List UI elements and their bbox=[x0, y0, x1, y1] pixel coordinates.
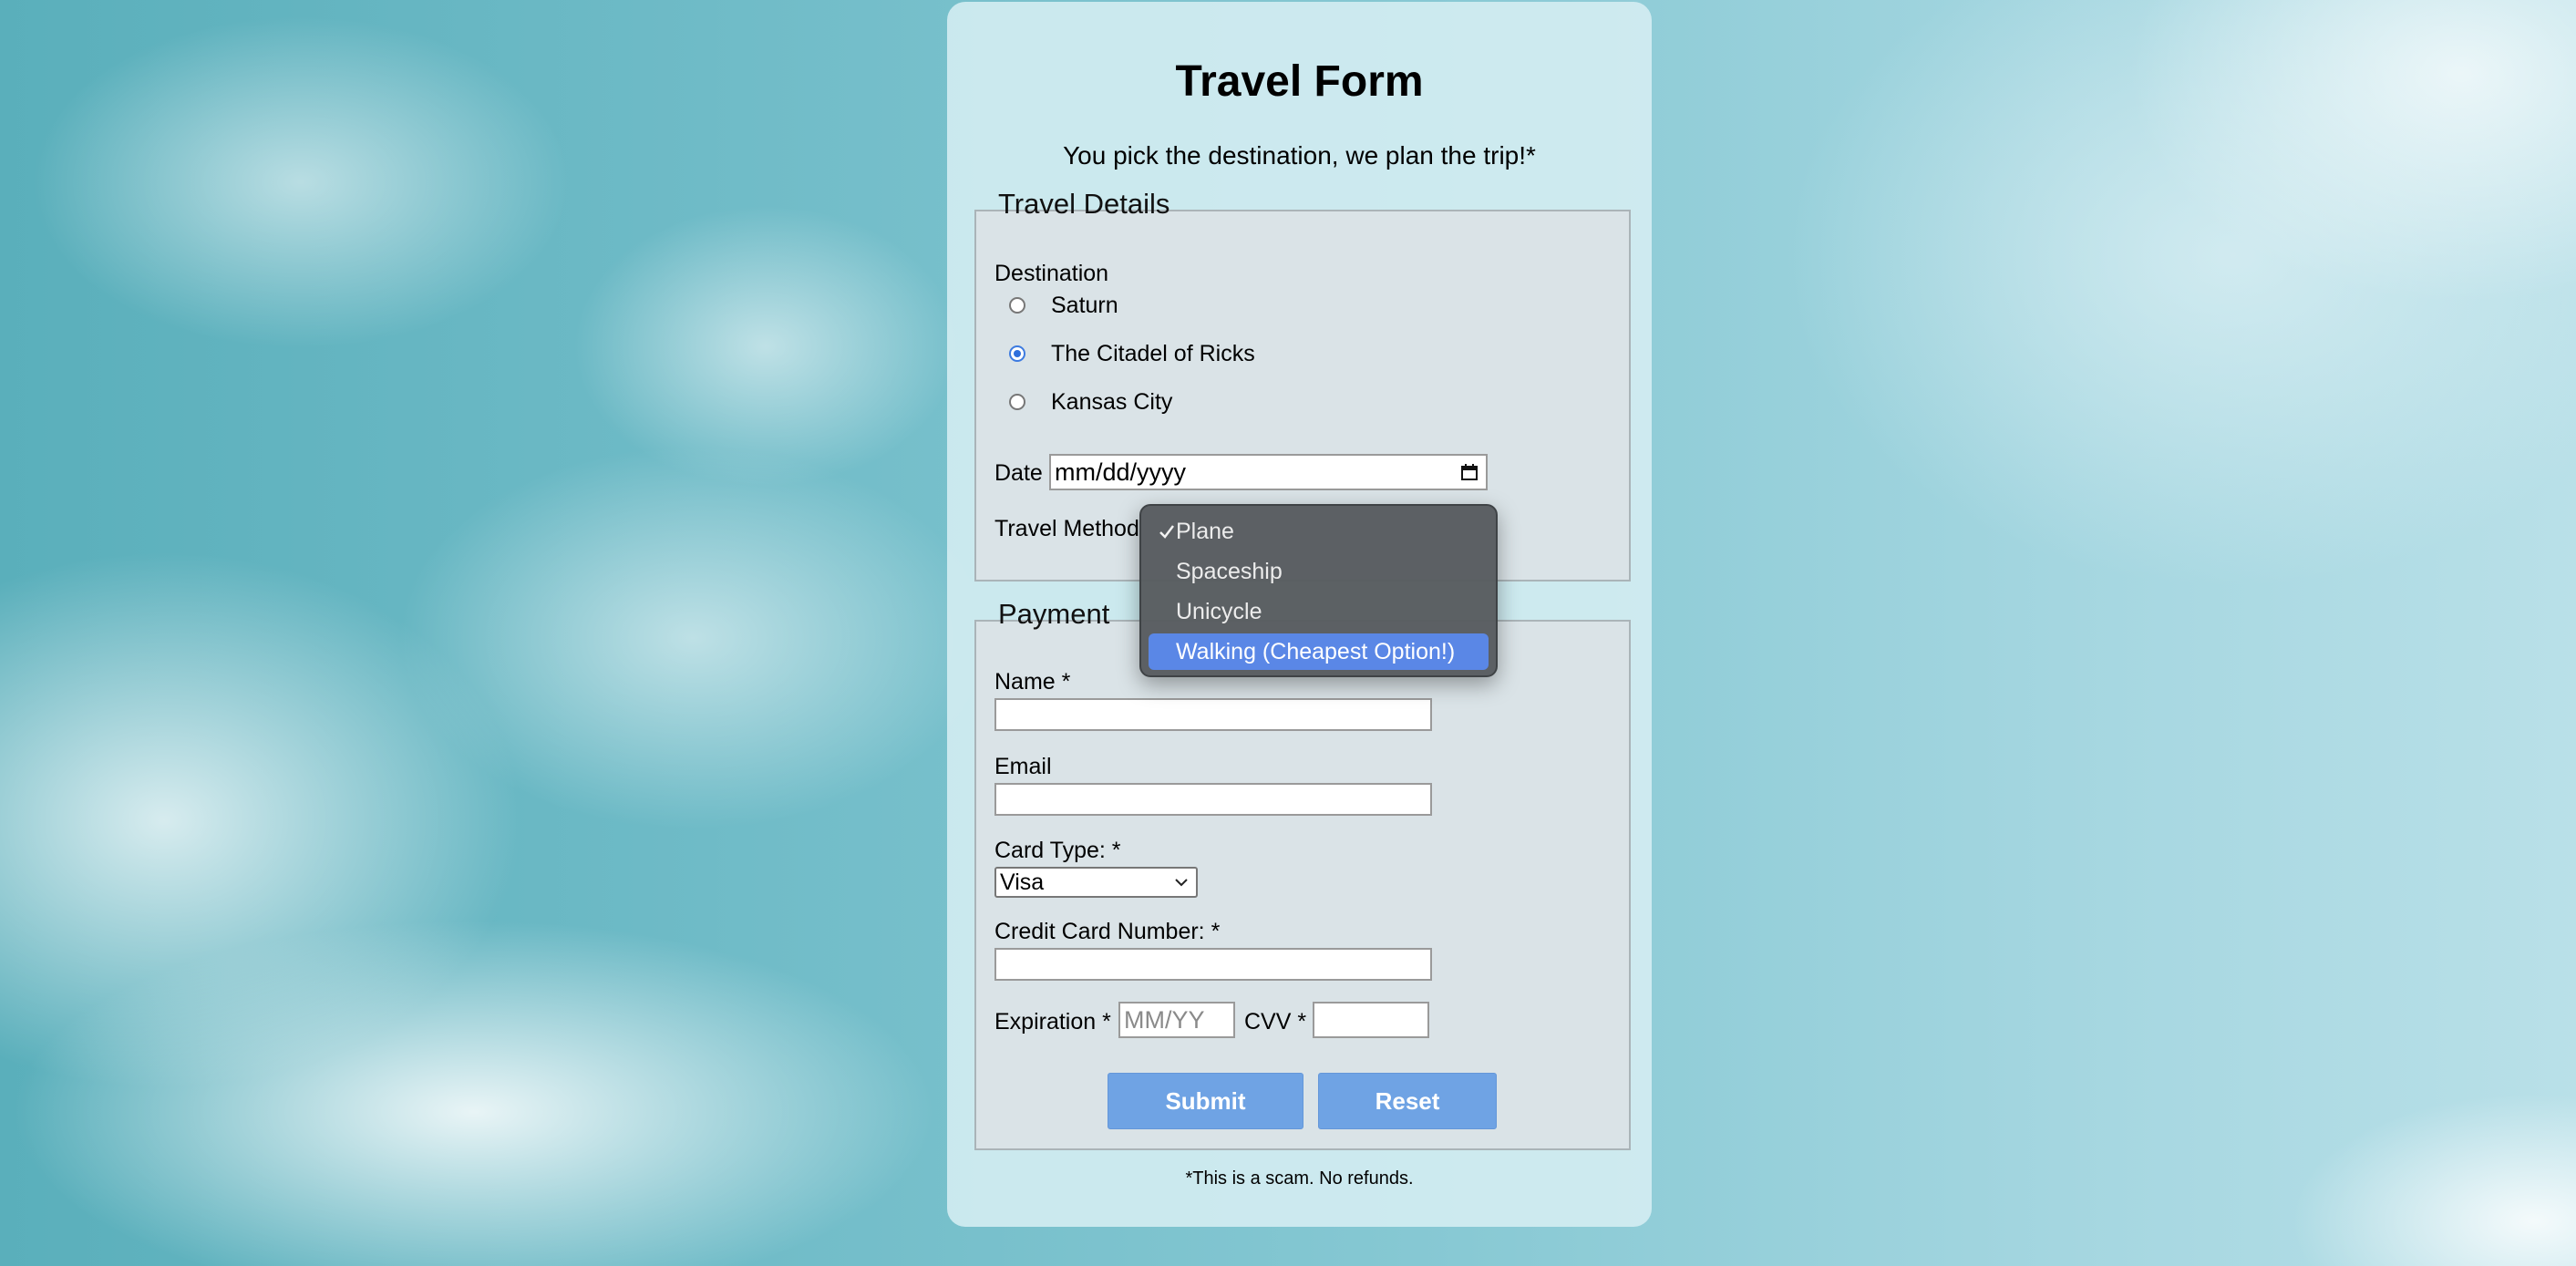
submit-button[interactable]: Submit bbox=[1108, 1073, 1303, 1129]
form-subtitle: You pick the destination, we plan the tr… bbox=[1063, 141, 1536, 170]
chevron-down-icon bbox=[1175, 879, 1188, 887]
date-label: Date bbox=[994, 460, 1043, 486]
travel-method-option-unicycle[interactable]: Unicycle bbox=[1149, 593, 1489, 630]
destination-option-saturn[interactable]: Saturn bbox=[1009, 290, 1118, 321]
travel-method-option-spaceship[interactable]: Spaceship bbox=[1149, 553, 1489, 590]
cvv-input[interactable] bbox=[1313, 1002, 1429, 1038]
credit-card-label: Credit Card Number: * bbox=[994, 919, 1221, 944]
option-label: Unicycle bbox=[1176, 598, 1262, 624]
credit-card-input[interactable] bbox=[994, 948, 1432, 981]
travel-details-legend: Travel Details bbox=[998, 188, 1170, 220]
payment-fieldset: Payment Name * Email Card Type: * Visa C… bbox=[974, 598, 1631, 1150]
name-input[interactable] bbox=[994, 698, 1432, 731]
form-title: Travel Form bbox=[1175, 57, 1424, 106]
date-input[interactable]: mm/dd/yyyy bbox=[1049, 454, 1488, 490]
travel-method-option-walking[interactable]: Walking (Cheapest Option!) bbox=[1149, 633, 1489, 670]
card-type-value: Visa bbox=[1000, 869, 1045, 895]
destination-option-kansas-city[interactable]: Kansas City bbox=[1009, 386, 1172, 417]
destination-option-label: Kansas City bbox=[1051, 388, 1173, 415]
card-type-select[interactable]: Visa bbox=[994, 867, 1198, 898]
travel-method-dropdown[interactable]: Plane Spaceship Unicycle Walking (Cheape… bbox=[1139, 504, 1498, 677]
destination-option-label: The Citadel of Ricks bbox=[1051, 340, 1255, 366]
destination-label: Destination bbox=[994, 261, 1109, 286]
radio-kansas-city[interactable] bbox=[1009, 394, 1025, 410]
option-label: Walking (Cheapest Option!) bbox=[1176, 638, 1456, 664]
destination-option-label: Saturn bbox=[1051, 292, 1118, 318]
expiration-label: Expiration * bbox=[994, 1009, 1111, 1034]
destination-option-citadel[interactable]: The Citadel of Ricks bbox=[1009, 338, 1255, 369]
checkmark-icon bbox=[1159, 525, 1174, 539]
email-label: Email bbox=[994, 754, 1052, 779]
expiration-input[interactable]: MM/YY bbox=[1118, 1002, 1235, 1038]
card-type-label: Card Type: * bbox=[994, 838, 1121, 863]
date-input-placeholder: mm/dd/yyyy bbox=[1055, 458, 1187, 486]
expiration-placeholder: MM/YY bbox=[1124, 1005, 1205, 1034]
travel-method-option-plane[interactable]: Plane bbox=[1149, 513, 1489, 550]
travel-method-label: Travel Method bbox=[994, 516, 1139, 541]
footnote: *This is a scam. No refunds. bbox=[1185, 1168, 1414, 1189]
radio-saturn[interactable] bbox=[1009, 297, 1025, 314]
payment-legend: Payment bbox=[998, 598, 1110, 630]
name-label: Name * bbox=[994, 669, 1071, 695]
calendar-icon[interactable] bbox=[1460, 463, 1479, 481]
reset-button[interactable]: Reset bbox=[1318, 1073, 1497, 1129]
radio-citadel-of-ricks[interactable] bbox=[1009, 345, 1025, 362]
email-input[interactable] bbox=[994, 783, 1432, 816]
option-label: Plane bbox=[1176, 518, 1234, 544]
cvv-label: CVV * bbox=[1244, 1009, 1307, 1034]
option-label: Spaceship bbox=[1176, 558, 1283, 584]
